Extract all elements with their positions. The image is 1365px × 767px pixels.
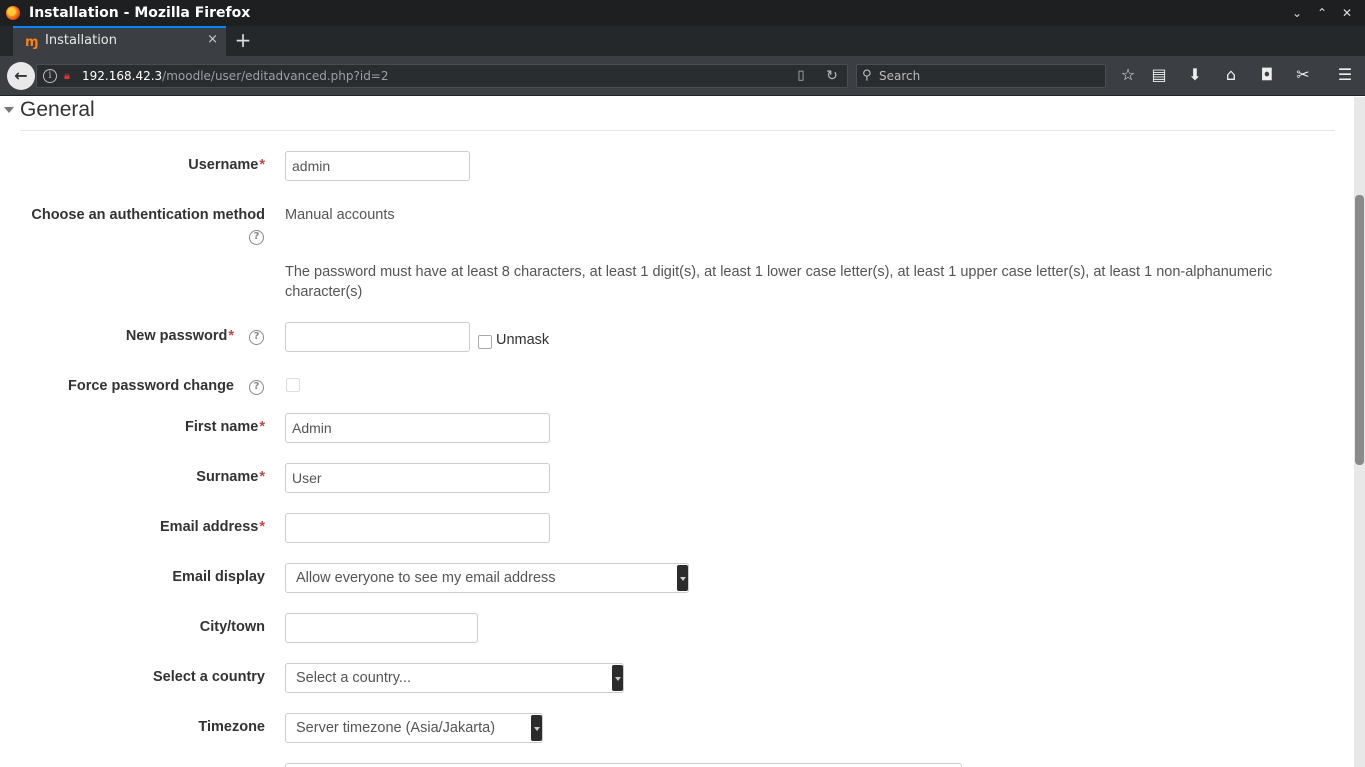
email-display-select[interactable]: Allow everyone to see my email address [285, 563, 689, 593]
firefox-logo-icon [6, 6, 20, 20]
unmask-label[interactable]: Unmask [496, 332, 549, 348]
surname-input[interactable]: User [285, 463, 550, 493]
tab-installation[interactable]: ɱ Installation × [13, 26, 226, 56]
help-icon[interactable]: ? [249, 380, 264, 395]
auth-method-value: Manual accounts [285, 207, 395, 223]
insecure-lock-icon[interactable]: 🔒︎ [64, 69, 76, 83]
next-field-partial[interactable] [285, 763, 962, 767]
country-label: Select a country [152, 669, 265, 685]
download-icon[interactable]: ⬇ [1183, 62, 1207, 88]
moodle-icon: ɱ [25, 35, 39, 50]
new-password-input[interactable] [285, 322, 470, 352]
first-name-input[interactable]: Admin [285, 413, 550, 443]
close-window-button[interactable]: ✕ [1338, 4, 1356, 22]
new-tab-button[interactable]: + [232, 28, 254, 52]
section-title[interactable]: General [20, 98, 95, 122]
chevron-down-icon [677, 565, 688, 591]
email-label: Email address* [160, 519, 265, 535]
extensions-icon[interactable]: ✂ [1291, 62, 1315, 88]
close-tab-icon[interactable]: × [207, 32, 218, 47]
minimize-button[interactable]: ⌄ [1288, 4, 1306, 22]
timezone-value: Server timezone (Asia/Jakarta) [296, 720, 496, 736]
chevron-down-icon [531, 715, 542, 741]
collapse-caret-icon[interactable] [4, 107, 14, 113]
force-password-change-label: Force password change [68, 378, 234, 394]
unmask-checkbox[interactable] [478, 335, 492, 349]
required-mark: * [228, 328, 234, 344]
window-title: Installation - Mozilla Firefox [29, 5, 251, 21]
timezone-select[interactable]: Server timezone (Asia/Jakarta) [285, 713, 543, 743]
star-icon[interactable]: ☆ [1116, 62, 1140, 88]
username-input[interactable]: admin [285, 151, 470, 181]
surname-label: Surname* [196, 469, 265, 485]
reading-list-icon[interactable]: ▤ [1147, 62, 1171, 88]
window-titlebar: Installation - Mozilla Firefox ⌄ ⌃ ✕ [0, 0, 1365, 26]
search-icon: ⚲ [862, 68, 872, 83]
menu-icon[interactable]: ☰ [1333, 62, 1357, 88]
email-display-value: Allow everyone to see my email address [296, 570, 556, 586]
username-label: Username* [188, 157, 265, 173]
new-password-label: New password* [125, 328, 234, 344]
url-path: /moodle/user/editadvanced.php?id=2 [162, 69, 389, 83]
timezone-label: Timezone [198, 719, 265, 735]
email-input[interactable] [285, 513, 550, 543]
url-text[interactable]: 192.168.42.3/moodle/user/editadvanced.ph… [82, 69, 389, 83]
tab-label: Installation [45, 33, 118, 48]
country-select[interactable]: Select a country... [285, 663, 624, 693]
email-display-label: Email display [172, 569, 265, 585]
scrollbar-thumb[interactable] [1355, 195, 1364, 465]
section-divider [20, 130, 1335, 131]
page-content: General Username* admin Choose an authen… [0, 97, 1354, 767]
help-icon[interactable]: ? [249, 230, 264, 245]
required-mark: * [259, 469, 265, 485]
tab-strip: ɱ Installation × + [0, 26, 1365, 56]
reload-icon[interactable]: ↻ [824, 68, 840, 84]
page-scrollbar[interactable] [1354, 97, 1365, 767]
url-bar[interactable]: i 🔒︎ 192.168.42.3/moodle/user/editadvanc… [36, 64, 848, 88]
required-mark: * [259, 519, 265, 535]
maximize-button[interactable]: ⌃ [1313, 4, 1331, 22]
back-button[interactable]: ← [7, 62, 35, 90]
chevron-down-icon [612, 665, 623, 691]
search-bar[interactable]: ⚲ [856, 64, 1106, 88]
pocket-icon[interactable]: ◘ [1255, 62, 1279, 88]
help-icon[interactable]: ? [249, 330, 264, 345]
required-mark: * [259, 419, 265, 435]
info-icon[interactable]: i [43, 69, 57, 83]
country-value: Select a country... [296, 670, 411, 686]
auth-method-label: Choose an authentication method [31, 207, 265, 223]
force-password-change-checkbox[interactable] [286, 378, 300, 392]
required-mark: * [259, 157, 265, 173]
search-input[interactable] [879, 68, 1099, 84]
password-policy-note: The password must have at least 8 charac… [285, 264, 1273, 300]
home-icon[interactable]: ⌂ [1219, 62, 1243, 88]
city-input[interactable] [285, 613, 478, 643]
first-name-label: First name* [185, 419, 265, 435]
url-host: 192.168.42.3 [82, 69, 163, 83]
reader-view-icon[interactable]: ▯ [793, 68, 809, 84]
city-label: City/town [199, 619, 265, 635]
